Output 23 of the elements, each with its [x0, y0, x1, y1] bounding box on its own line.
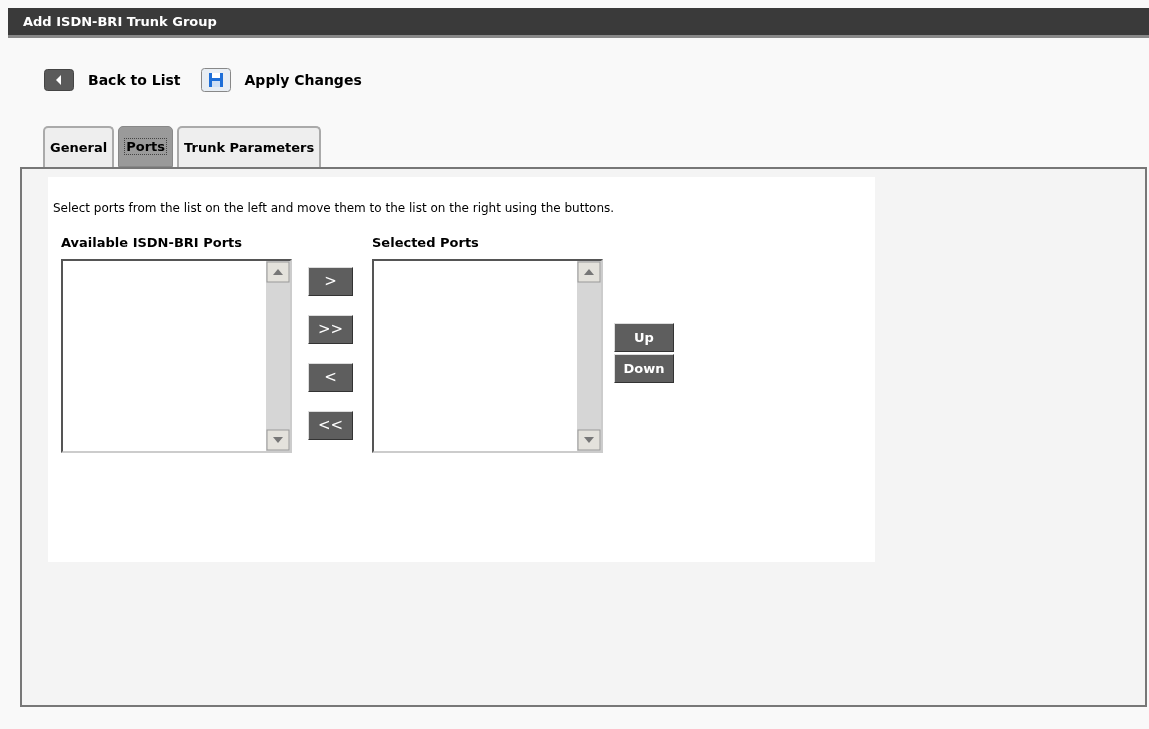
tab[interactable]: Trunk Parameters — [177, 126, 322, 167]
window-title: Add ISDN-BRI Trunk Group — [8, 8, 1149, 38]
scrollbar[interactable] — [266, 260, 290, 451]
scroll-down-icon[interactable] — [266, 428, 290, 451]
scrollbar[interactable] — [577, 260, 601, 451]
scroll-up-icon[interactable] — [577, 260, 601, 283]
move-button[interactable]: < — [308, 363, 353, 392]
move-button[interactable]: > — [308, 267, 353, 296]
tab[interactable]: Ports — [118, 126, 174, 167]
toolbar-button[interactable]: Apply Changes — [200, 68, 370, 92]
order-button[interactable]: Down — [614, 354, 674, 383]
toolbar-button[interactable]: Back to List — [44, 69, 189, 91]
tab[interactable]: General — [43, 126, 115, 167]
move-button[interactable]: >> — [308, 315, 353, 344]
list-box[interactable] — [61, 258, 292, 453]
scroll-up-icon[interactable] — [266, 260, 290, 283]
list-label: Selected Ports — [372, 234, 480, 252]
list-box[interactable] — [372, 258, 603, 453]
scroll-down-icon[interactable] — [577, 428, 601, 451]
move-button[interactable]: << — [308, 411, 353, 440]
order-button[interactable]: Up — [614, 323, 674, 352]
instruction-text: Select ports from the list on the left and move them to the list on the right using the buttons. — [53, 200, 616, 217]
list-label: Available ISDN-BRI Ports — [61, 234, 243, 252]
